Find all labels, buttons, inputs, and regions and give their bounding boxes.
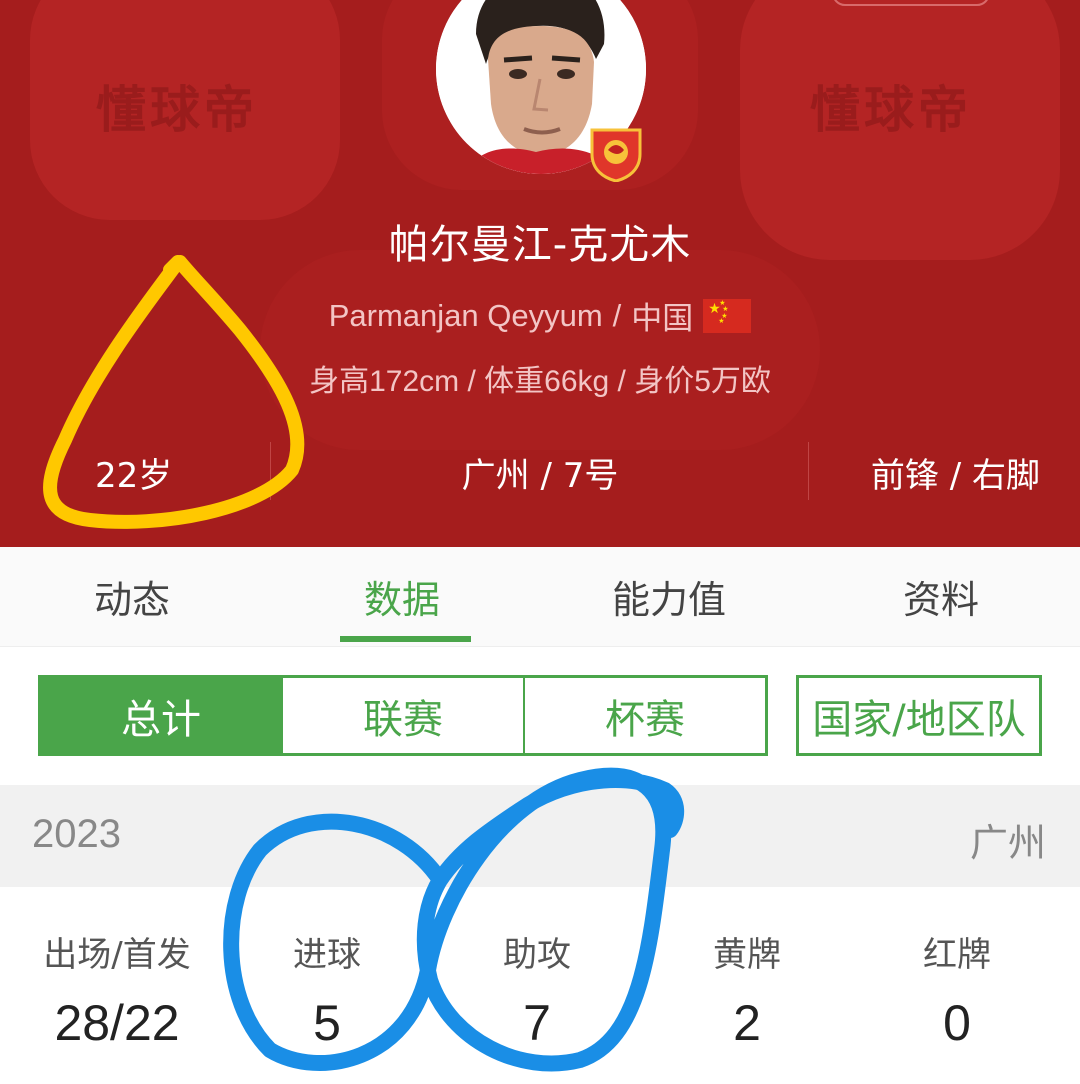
stat-value: 0 — [943, 995, 971, 1051]
tab-ziliao[interactable]: 资料 — [903, 569, 979, 624]
follow-button[interactable] — [832, 0, 990, 6]
stat-yellow-cards: 黄牌 2 — [642, 927, 852, 1052]
club-badge-icon — [588, 124, 644, 183]
english-name: Parmanjan Qeyyum — [328, 297, 603, 333]
player-position-foot: 前锋 / 右脚 — [870, 456, 1040, 496]
divider — [808, 442, 809, 500]
header-bg-shape — [260, 250, 820, 450]
stat-assists: 助攻 7 — [432, 927, 642, 1052]
stat-label: 红牌 — [923, 935, 991, 975]
nationality: 中国 — [631, 301, 694, 336]
stat-value: 2 — [733, 995, 761, 1051]
player-name: 帕尔曼江-克尤木 — [388, 222, 692, 268]
season-row[interactable]: 2023 广州 — [0, 785, 1080, 887]
tab-nenglizhi[interactable]: 能力值 — [612, 569, 726, 624]
tab-shuju[interactable]: 数据 — [364, 569, 440, 624]
stat-label: 进球 — [293, 935, 361, 975]
filter-league[interactable]: 联赛 — [281, 678, 523, 753]
tab-dongtai[interactable]: 动态 — [94, 569, 170, 624]
season-stats: 出场/首发 28/22 进球 5 助攻 7 黄牌 2 红牌 0 — [0, 887, 1080, 1084]
filter-national-team[interactable]: 国家/地区队 — [796, 675, 1042, 756]
stat-value: 28/22 — [54, 995, 180, 1051]
player-subtitle: Parmanjan Qeyyum / 中国 ★ ★ ★ ★ ★ — [0, 293, 1080, 338]
stat-value: 7 — [523, 995, 551, 1051]
stat-appearances: 出场/首发 28/22 — [12, 927, 222, 1052]
filter-total[interactable]: 总计 — [41, 678, 281, 753]
player-info-bar: 22岁 广州 / 7号 前锋 / 右脚 — [0, 440, 1080, 502]
player-body-stats: 身高172cm / 体重66kg / 身价5万欧 — [309, 365, 771, 398]
watermark: 懂球帝 — [96, 81, 258, 139]
stat-goals: 进球 5 — [222, 927, 432, 1052]
china-flag-icon: ★ ★ ★ ★ ★ — [703, 298, 752, 333]
tab-bar: 动态 数据 能力值 资料 — [0, 547, 1080, 647]
filter-cup[interactable]: 杯赛 — [523, 678, 765, 753]
season-year: 2023 — [32, 812, 121, 856]
stat-label: 出场/首发 — [43, 935, 191, 975]
stat-value: 5 — [313, 995, 341, 1051]
season-club: 广州 — [969, 821, 1046, 865]
stat-label: 黄牌 — [713, 935, 781, 975]
active-tab-indicator — [340, 636, 471, 642]
player-header: 懂球帝 懂球帝 帕尔曼江-克尤木 Parmanjan Qeyyum / 中国 ★… — [0, 0, 1080, 547]
competition-filter: 总计 联赛 杯赛 — [38, 675, 768, 756]
watermark: 懂球帝 — [810, 81, 972, 139]
separator: / — [612, 297, 622, 333]
stat-red-cards: 红牌 0 — [852, 927, 1062, 1052]
stat-label: 助攻 — [503, 935, 571, 975]
